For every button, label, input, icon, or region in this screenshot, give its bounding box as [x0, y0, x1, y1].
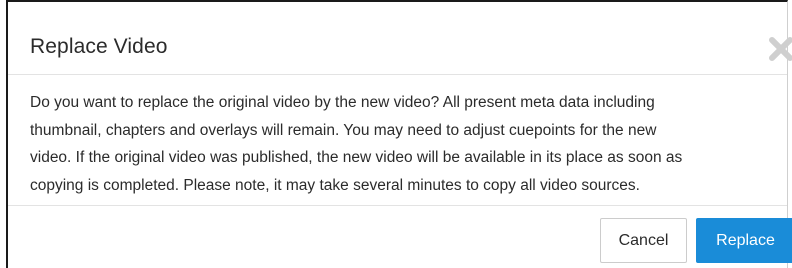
close-button[interactable] — [768, 36, 792, 62]
header-divider — [8, 74, 787, 75]
message-line: Do you want to replace the original vide… — [30, 94, 655, 111]
replace-button[interactable]: Replace — [696, 218, 792, 263]
message-line: video. If the original video was publish… — [30, 149, 683, 166]
cancel-button[interactable]: Cancel — [600, 218, 687, 263]
replace-video-dialog: Replace Video Do you want to replace the… — [6, 0, 792, 268]
footer-divider — [8, 205, 787, 206]
message-line: copying is completed. Please note, it ma… — [30, 176, 640, 194]
close-icon — [769, 37, 792, 61]
message-line: thumbnail, chapters and overlays will re… — [30, 121, 657, 139]
dialog-message: Do you want to replace the original vide… — [30, 89, 770, 199]
dialog-title: Replace Video — [30, 35, 168, 58]
